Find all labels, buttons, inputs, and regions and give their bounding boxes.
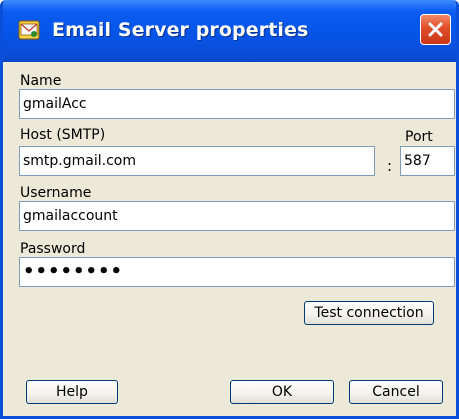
password-field[interactable]: •••••••• [19, 257, 455, 287]
name-label: Name [20, 73, 62, 89]
username-field[interactable]: gmailaccount [19, 201, 455, 231]
username-label: Username [20, 185, 92, 201]
close-button[interactable] [420, 14, 451, 45]
port-label: Port [405, 129, 433, 145]
window-title: Email Server properties [52, 19, 309, 41]
host-label: Host (SMTP) [20, 127, 106, 143]
port-field[interactable]: 587 [400, 146, 455, 176]
ok-button[interactable]: OK [230, 380, 334, 404]
close-icon [428, 22, 443, 37]
title-bar[interactable]: Email Server properties [3, 0, 456, 62]
host-field[interactable]: smtp.gmail.com [19, 146, 375, 176]
cancel-button[interactable]: Cancel [349, 380, 443, 404]
email-server-dialog: Email Server properties Name gmailAcc Ho… [0, 0, 459, 419]
port-separator: : [387, 157, 393, 175]
name-field[interactable]: gmailAcc [19, 89, 455, 119]
mail-server-icon [18, 20, 40, 40]
password-label: Password [20, 241, 86, 257]
help-button[interactable]: Help [26, 380, 118, 404]
test-connection-button[interactable]: Test connection [304, 301, 434, 325]
